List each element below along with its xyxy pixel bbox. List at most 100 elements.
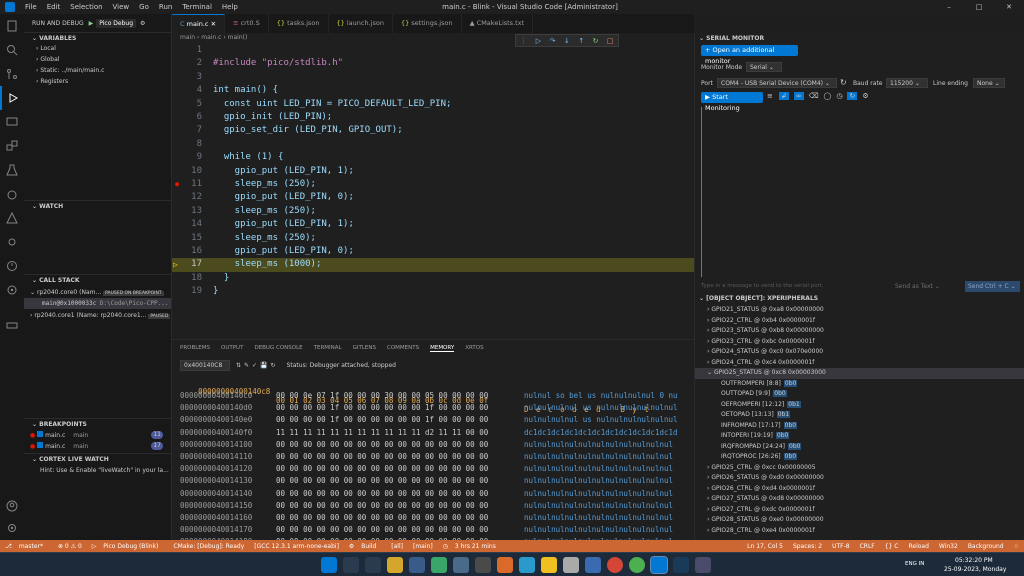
peripherals-header[interactable]: ⌄ [OBJECT OBJECT]: XPERIPHERALS [699, 295, 818, 302]
register-value[interactable]: 0b0 [773, 390, 787, 397]
code-line[interactable]: 10 gpio_put (LED_PIN, 1); [172, 165, 694, 179]
code-line[interactable]: 14 gpio_put (LED_PIN, 1); [172, 218, 694, 232]
memory-bytes[interactable]: 00 00 00 00 00 00 00 00 00 00 00 00 00 0… [276, 475, 488, 487]
status-launch-target[interactable]: [main] [413, 543, 433, 550]
remote-explorer-icon[interactable] [0, 110, 24, 134]
variables-section-header[interactable]: ⌄ VARIABLES [24, 32, 171, 43]
panel-actions[interactable]: ⇅✎✓💾↻ [236, 362, 279, 369]
register-value[interactable]: 0b0 [788, 442, 802, 450]
timestamp-icon[interactable]: ◷ [836, 92, 842, 100]
tray-lang[interactable]: ENG IN [905, 561, 924, 567]
register-value[interactable]: 0b1 [776, 411, 791, 418]
peripheral-register[interactable]: › GPIO25_CTRL @ 0xcc 0x00000005 [695, 463, 1024, 474]
code-line[interactable]: 13 sleep_ms (250); [172, 205, 694, 219]
explorer-icon[interactable] [0, 14, 24, 38]
settings-gear-icon[interactable]: ⚙ [862, 92, 868, 100]
memory-row[interactable]: 0000000040014130 00 00 00 00 00 00 00 00 … [180, 475, 690, 487]
peripheral-register[interactable]: › GPIO28_CTRL @ 0xe4 0x0000001f [695, 526, 1024, 537]
watch-section-header[interactable]: ⌄ WATCH [24, 200, 171, 211]
docker-icon[interactable] [0, 312, 24, 336]
notifications-bell-icon[interactable]: ♢ [1014, 543, 1019, 550]
memory-bytes[interactable]: 00 00 00 00 1f 00 00 00 00 00 00 1f 00 0… [276, 414, 488, 426]
memory-bytes[interactable]: 00 00 00 00 00 00 00 00 00 00 00 00 00 0… [276, 451, 488, 463]
code-line[interactable]: 7 gpio_set_dir (LED_PIN, GPIO_OUT); [172, 124, 694, 138]
code-editor[interactable]: main › main.c › main() ⋮ ▷ ↷ ↓ ↑ ↻ □ 1 2 #… [172, 33, 694, 339]
register-value[interactable]: 0b0 [783, 379, 798, 387]
peripheral-register[interactable]: ⌄ GPIO25_STATUS @ 0xc8 0x00003000 [695, 368, 1024, 379]
menu-go[interactable]: Go [139, 3, 149, 11]
windows-start-icon[interactable] [321, 557, 337, 573]
maximize-icon[interactable]: □ [964, 0, 994, 14]
manage-gear-icon[interactable] [0, 516, 24, 540]
register-value[interactable]: 0b0 [783, 421, 798, 429]
peripheral-register[interactable]: › GPIO28_STATUS @ 0xe0 0x00000000 [695, 515, 1024, 526]
monitor-mode-select[interactable]: Serial ⌄ [746, 62, 782, 72]
tab-gitlens[interactable]: GITLENS [353, 345, 376, 352]
extensions-icon[interactable] [0, 134, 24, 158]
menu-help[interactable]: Help [222, 3, 238, 11]
callstack-section-header[interactable]: ⌄ CALL STACK [24, 274, 171, 285]
tab-memory[interactable]: MEMORY [430, 345, 455, 352]
close-icon[interactable]: ✕ [211, 20, 216, 28]
task-view-icon[interactable] [365, 557, 381, 573]
peripheral-register[interactable]: OUTTOPAD [9:9] 0b0 [695, 389, 1024, 400]
callstack-thread[interactable]: › rp2040.core1 (Name: rp2040.core1... PA… [24, 310, 171, 321]
memory-bytes[interactable]: 00 00 00 00 00 00 00 00 00 00 00 00 00 0… [276, 439, 488, 451]
memory-bytes[interactable]: 00 00 00 00 00 00 00 00 00 00 00 00 00 0… [276, 463, 488, 475]
baud-select[interactable]: 115200 ⌄ [886, 78, 928, 88]
breakpoint-dot-icon[interactable]: ● [175, 178, 179, 192]
search-icon[interactable] [0, 38, 24, 62]
tab-cmakelists[interactable]: ▲ CMakeLists.txt [462, 14, 534, 33]
peripheral-register[interactable]: OEFROMPERI [12:12] 0b1 [695, 400, 1024, 411]
close-icon[interactable]: ✕ [994, 0, 1024, 14]
search-icon[interactable] [343, 557, 359, 573]
start-debug-icon[interactable]: ▶ [89, 20, 94, 27]
peripheral-register[interactable]: OUTFROMPERI [8:8] 0b0 [695, 379, 1024, 390]
line-ending-select[interactable]: None ⌄ [973, 78, 1005, 88]
menu-terminal[interactable]: Terminal [182, 3, 212, 11]
app-icon[interactable] [497, 557, 513, 573]
cmake-icon[interactable] [0, 206, 24, 230]
vscode-icon[interactable] [650, 556, 668, 574]
tab-settings[interactable]: {} settings.json [393, 14, 462, 33]
breakpoints-section-header[interactable]: ⌄ BREAKPOINTS [24, 418, 171, 429]
file-explorer-icon[interactable] [387, 557, 403, 573]
tab-terminal[interactable]: TERMINAL [314, 345, 342, 352]
minimize-icon[interactable]: – [934, 0, 964, 14]
code-line[interactable]: 1 [172, 44, 694, 58]
register-value[interactable]: 0b1 [787, 400, 801, 408]
callstack-thread[interactable]: ⌄ rp2040.core0 (Nam... PAUSED ON BREAKPO… [24, 287, 171, 298]
memory-row[interactable]: 0000000040014160 00 00 00 00 00 00 00 00 … [180, 512, 690, 524]
code-line[interactable]: 16 gpio_put (LED_PIN, 0); [172, 245, 694, 259]
peripheral-register[interactable]: › GPIO26_CTRL @ 0xd4 0x0000001f [695, 484, 1024, 495]
app-icon[interactable] [453, 557, 469, 573]
peripheral-register[interactable]: OETOPAD [13:13] 0b1 [695, 410, 1024, 421]
code-line[interactable]: 6 gpio_init (LED_PIN); [172, 111, 694, 125]
cortex-live-watch-header[interactable]: ⌄ CORTEX LIVE WATCH [24, 453, 171, 464]
link-icon[interactable]: ∞ [793, 92, 804, 100]
memory-row[interactable]: 00000000400140f0 11 11 11 11 11 11 11 11 … [180, 427, 690, 439]
source-control-icon[interactable] [0, 62, 24, 86]
raspberry-pi-icon[interactable] [0, 182, 24, 206]
chevron-down-icon[interactable]: ⌄ [707, 369, 714, 376]
settings-gear-icon[interactable]: ⚙ [140, 20, 145, 27]
peripheral-register[interactable]: INTOPERI [19:19] 0b0 [695, 431, 1024, 442]
status-time[interactable]: ◷ 3 hrs 21 mins [443, 543, 501, 550]
tab-tasks[interactable]: {} tasks.json [269, 14, 329, 33]
address-input[interactable]: 0x400140C8 [180, 360, 230, 371]
gitlens-icon[interactable] [0, 278, 24, 302]
memory-row[interactable]: 00000000400140e0 00 00 00 00 1f 00 00 00 … [180, 414, 690, 426]
peripheral-register[interactable]: › GPIO27_CTRL @ 0xdc 0x0000001f [695, 505, 1024, 516]
refresh-ports-icon[interactable]: ↻ [840, 78, 847, 87]
breadcrumb-item[interactable]: main.c [201, 34, 221, 41]
memory-row[interactable]: 0000000040014170 00 00 00 00 00 00 00 00 … [180, 524, 690, 536]
peripheral-register[interactable]: › GPIO22_CTRL @ 0xb4 0x0000001f [695, 316, 1024, 327]
tab-problems[interactable]: PROBLEMS [180, 345, 210, 352]
app-icon[interactable] [541, 557, 557, 573]
app-icon[interactable] [431, 557, 447, 573]
breakpoint-item[interactable]: ● main.c main 17 [24, 441, 171, 452]
status-build[interactable]: ⚙ Build [349, 543, 381, 550]
status-platform[interactable]: Win32 [939, 543, 958, 550]
memory-row[interactable]: 0000000040014120 00 00 00 00 00 00 00 00 … [180, 463, 690, 475]
peripheral-register[interactable]: › GPIO23_STATUS @ 0xb8 0x00000000 [695, 326, 1024, 337]
